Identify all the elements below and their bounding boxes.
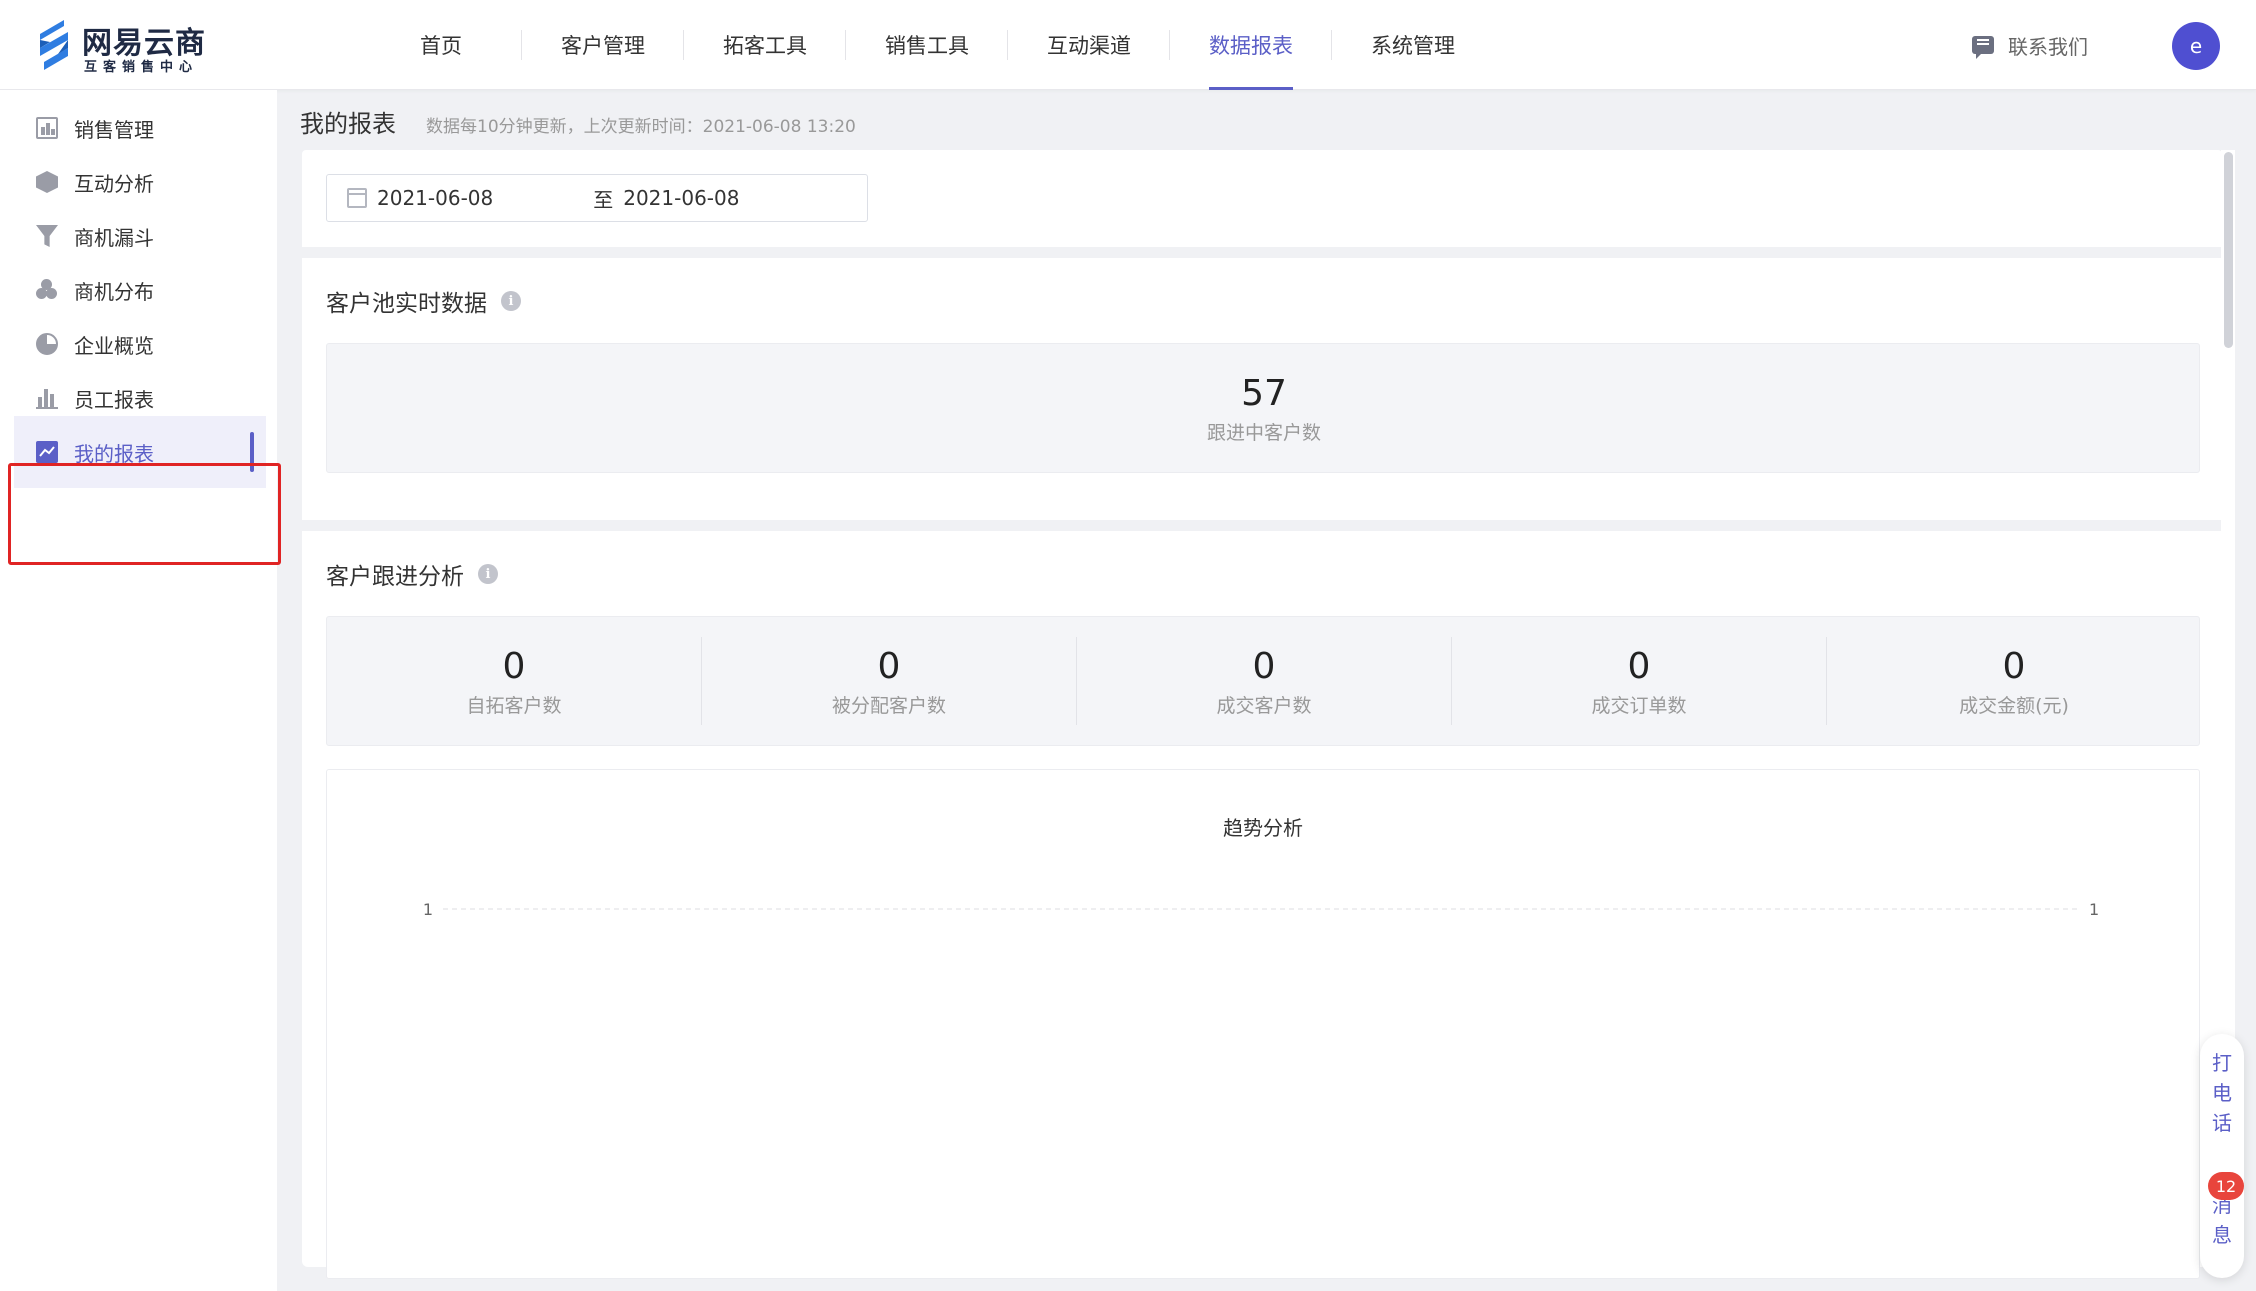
pool-stat-box: 57 跟进中客户数	[326, 343, 2200, 473]
stat-label: 被分配客户数	[831, 694, 946, 717]
chat-icon	[1972, 36, 1994, 59]
trend-chart-card: 趋势分析 11	[326, 769, 2200, 1279]
nav-data-reports[interactable]: 数据报表	[1170, 0, 1332, 90]
y-axis-tick-right: 1	[2089, 900, 2099, 919]
contact-us-link[interactable]: 联系我们	[1972, 30, 2088, 60]
section-title: 客户跟进分析 i	[326, 557, 498, 591]
section-title-text: 客户池实时数据	[326, 291, 487, 317]
main-nav: 首页 客户管理 拓客工具 销售工具 互动渠道 数据报表 系统管理	[360, 0, 1494, 90]
call-button[interactable]: 打 电 话	[2200, 1048, 2244, 1138]
sidebar-item-label: 商机漏斗	[74, 225, 154, 250]
floating-widget: 打 电 话 消 息	[2200, 1034, 2244, 1278]
calendar-icon	[347, 188, 367, 208]
scrollbar-thumb[interactable]	[2224, 152, 2233, 348]
logo-icon	[40, 20, 68, 70]
cube-icon	[36, 171, 58, 193]
update-note: 数据每10分钟更新，上次更新时间：2021-06-08 13:20	[426, 117, 856, 137]
sidebar-item-label: 我的报表	[74, 441, 154, 466]
stat-cell: 0 自拓客户数	[327, 617, 701, 745]
stat-value: 0	[1252, 645, 1276, 687]
stat-cell: 57 跟进中客户数	[327, 344, 2201, 472]
date-range-picker[interactable]: 2021-06-08 至 2021-06-08	[326, 174, 868, 222]
active-indicator	[250, 432, 254, 472]
follow-stat-box: 0 自拓客户数 0 被分配客户数 0 成交客户数 0 成交订单数 0 成交金额(…	[326, 616, 2200, 746]
call-char: 电	[2212, 1081, 2232, 1105]
funnel-icon	[36, 225, 58, 247]
end-date: 2021-06-08	[623, 186, 740, 210]
column-chart-icon	[36, 387, 58, 409]
stat-label: 自拓客户数	[466, 694, 562, 717]
stat-label: 成交订单数	[1591, 694, 1687, 717]
contact-us-label: 联系我们	[2008, 34, 2088, 59]
sidebar-item-label: 销售管理	[74, 117, 154, 142]
nav-label: 销售工具	[885, 34, 969, 58]
nav-sales-tools[interactable]: 销售工具	[846, 0, 1008, 90]
stat-value: 0	[502, 645, 526, 687]
sidebar-item-label: 互动分析	[74, 171, 154, 196]
date-separator: 至	[593, 187, 614, 212]
stat-value: 0	[877, 645, 901, 687]
stat-cell: 0 成交客户数	[1077, 617, 1451, 745]
user-avatar[interactable]: e	[2172, 22, 2220, 70]
brand-logo[interactable]: 网易云商 互客销售中心	[34, 18, 234, 75]
stat-value: 0	[2002, 645, 2026, 687]
section-title: 客户池实时数据 i	[326, 284, 521, 318]
bar-chart-icon	[36, 117, 58, 139]
cluster-icon	[36, 279, 58, 301]
nav-home[interactable]: 首页	[360, 0, 522, 90]
stat-cell: 0 成交订单数	[1452, 617, 1826, 745]
page-title: 我的报表	[300, 110, 396, 138]
sidebar-item-my-reports[interactable]: 我的报表	[14, 416, 266, 488]
stat-label: 成交金额(元)	[1959, 694, 2069, 717]
nav-customer-management[interactable]: 客户管理	[522, 0, 684, 90]
nav-label: 拓客工具	[723, 34, 807, 58]
nav-label: 互动渠道	[1047, 34, 1131, 58]
nav-label: 系统管理	[1371, 34, 1455, 58]
nav-system-management[interactable]: 系统管理	[1332, 0, 1494, 90]
stat-value: 0	[1627, 645, 1651, 687]
message-count-badge: 12	[2208, 1172, 2244, 1200]
message-char: 息	[2212, 1223, 2232, 1247]
sidebar-item-label: 商机分布	[74, 279, 154, 304]
sidebar: 销售管理 互动分析 商机漏斗 商机分布 企业概览 员工报表 我的报表	[0, 90, 277, 1291]
stat-cell: 0 被分配客户数	[702, 617, 1076, 745]
nav-interaction-channels[interactable]: 互动渠道	[1008, 0, 1170, 90]
trend-chart: 11	[423, 900, 2099, 919]
customer-follow-panel: 客户跟进分析 i 0 自拓客户数 0 被分配客户数 0 成交客户数 0 成交订单…	[302, 531, 2222, 1279]
call-char: 话	[2212, 1111, 2232, 1135]
call-char: 打	[2212, 1051, 2232, 1075]
stat-value: 57	[1241, 372, 1287, 414]
brand-subtitle: 互客销售中心	[84, 60, 199, 75]
top-header: 网易云商 互客销售中心 首页 客户管理 拓客工具 销售工具 互动渠道 数据报表 …	[0, 0, 2256, 90]
nav-active-underline	[1209, 87, 1293, 90]
sidebar-item-label: 员工报表	[74, 387, 154, 412]
stat-label: 成交客户数	[1216, 694, 1312, 717]
sidebar-item-label: 企业概览	[74, 333, 154, 358]
customer-pool-panel: 客户池实时数据 i 57 跟进中客户数	[302, 258, 2222, 520]
stat-cell: 0 成交金额(元)	[1827, 617, 2201, 745]
info-icon[interactable]: i	[478, 564, 498, 584]
info-icon[interactable]: i	[501, 291, 521, 311]
stat-label: 跟进中客户数	[1206, 421, 1321, 444]
start-date: 2021-06-08	[377, 186, 494, 210]
section-title-text: 客户跟进分析	[326, 564, 464, 590]
y-axis-tick-left: 1	[423, 900, 433, 919]
nav-label: 数据报表	[1209, 34, 1293, 58]
nav-label: 客户管理	[561, 34, 645, 58]
pie-chart-icon	[36, 333, 58, 355]
nav-label: 首页	[420, 34, 462, 58]
date-filter-panel: 2021-06-08 至 2021-06-08	[302, 150, 2222, 247]
nav-prospecting-tools[interactable]: 拓客工具	[684, 0, 846, 90]
trend-icon	[36, 441, 58, 463]
page-header: 我的报表 数据每10分钟更新，上次更新时间：2021-06-08 13:20	[300, 104, 856, 142]
